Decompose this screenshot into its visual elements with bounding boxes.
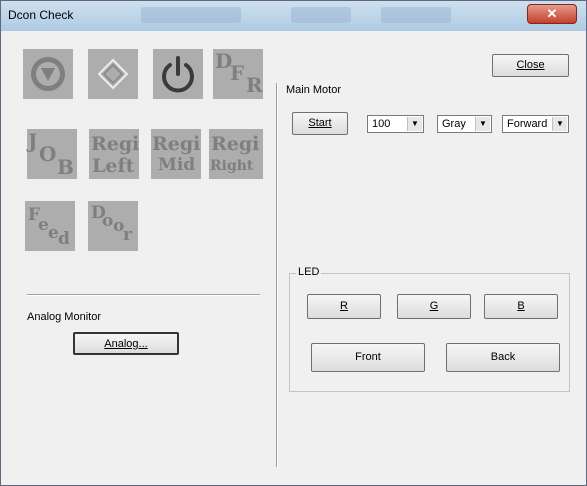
door-icon: D o o r (88, 201, 138, 251)
dfr-letter-f: F (230, 61, 245, 85)
close-button-label: Close (516, 59, 545, 71)
analog-button[interactable]: Analog... (73, 332, 179, 355)
led-g-button[interactable]: G (397, 294, 471, 319)
background-blur (291, 7, 351, 23)
dfr-icon: D F R (213, 49, 263, 99)
back-button[interactable]: Back (446, 343, 560, 372)
speed-select[interactable]: 100 ▼ (367, 115, 424, 133)
job-letter-j: J (28, 129, 38, 153)
regi-right-line1: Regi (211, 133, 260, 155)
color-select-value: Gray (442, 118, 466, 130)
close-icon: ✕ (546, 6, 558, 21)
analog-button-label: Analog... (104, 338, 148, 350)
close-button[interactable]: Close (492, 54, 569, 77)
window-close-button[interactable]: ✕ (527, 4, 577, 24)
back-button-label: Back (490, 351, 516, 363)
direction-select-value: Forward (507, 118, 548, 130)
chevron-down-icon: ▼ (475, 117, 490, 131)
door-letter-4: r (123, 225, 132, 245)
background-blur (381, 7, 451, 23)
title-bar[interactable]: Dcon Check ✕ (1, 1, 586, 31)
regi-mid-line1: Regi (152, 133, 201, 155)
direction-select[interactable]: Forward ▼ (502, 115, 569, 133)
job-letter-o: O (39, 142, 57, 166)
stop-icon (23, 49, 73, 99)
led-b-button[interactable]: B (484, 294, 558, 319)
regi-right-line2: Right (210, 158, 254, 174)
front-button-label: Front (355, 351, 381, 363)
main-motor-label: Main Motor (286, 84, 342, 96)
window-title: Dcon Check (8, 8, 74, 22)
dfr-letter-r: R (246, 73, 263, 97)
chevron-down-icon: ▼ (552, 117, 567, 131)
feed-icon: F e e d (25, 201, 75, 251)
job-icon: J O B (27, 129, 77, 179)
front-button[interactable]: Front (311, 343, 425, 372)
led-r-label: R (340, 300, 348, 312)
regi-left-line2: Left (92, 155, 135, 177)
left-separator (27, 294, 260, 296)
feed-letter-4: d (58, 229, 70, 249)
regi-mid-icon: Regi Mid (151, 129, 201, 179)
regi-mid-line2: Mid (158, 155, 196, 175)
power-icon (153, 49, 203, 99)
color-select[interactable]: Gray ▼ (437, 115, 492, 133)
led-r-button[interactable]: R (307, 294, 381, 319)
dcon-check-window: Dcon Check ✕ D F R J O B Regi Left Regi … (0, 0, 587, 486)
client-area: D F R J O B Regi Left Regi Mid Regi Righ… (9, 31, 580, 479)
vertical-divider (276, 83, 278, 467)
led-group-label: LED (296, 266, 322, 278)
regi-left-line1: Regi (91, 133, 140, 155)
start-button-label: Start (308, 117, 332, 129)
regi-right-icon: Regi Right (209, 129, 263, 179)
background-blur (141, 7, 241, 23)
led-g-label: G (429, 300, 439, 312)
door-letter-2: o (102, 211, 114, 231)
diamond-icon (88, 49, 138, 99)
led-group: LED R G B Front Back (289, 266, 570, 392)
chevron-down-icon: ▼ (407, 117, 422, 131)
start-button[interactable]: Start (292, 112, 348, 135)
job-letter-b: B (57, 155, 74, 179)
led-b-label: B (517, 300, 525, 312)
analog-monitor-label: Analog Monitor (27, 311, 101, 323)
speed-select-value: 100 (372, 118, 391, 130)
regi-left-icon: Regi Left (89, 129, 139, 179)
